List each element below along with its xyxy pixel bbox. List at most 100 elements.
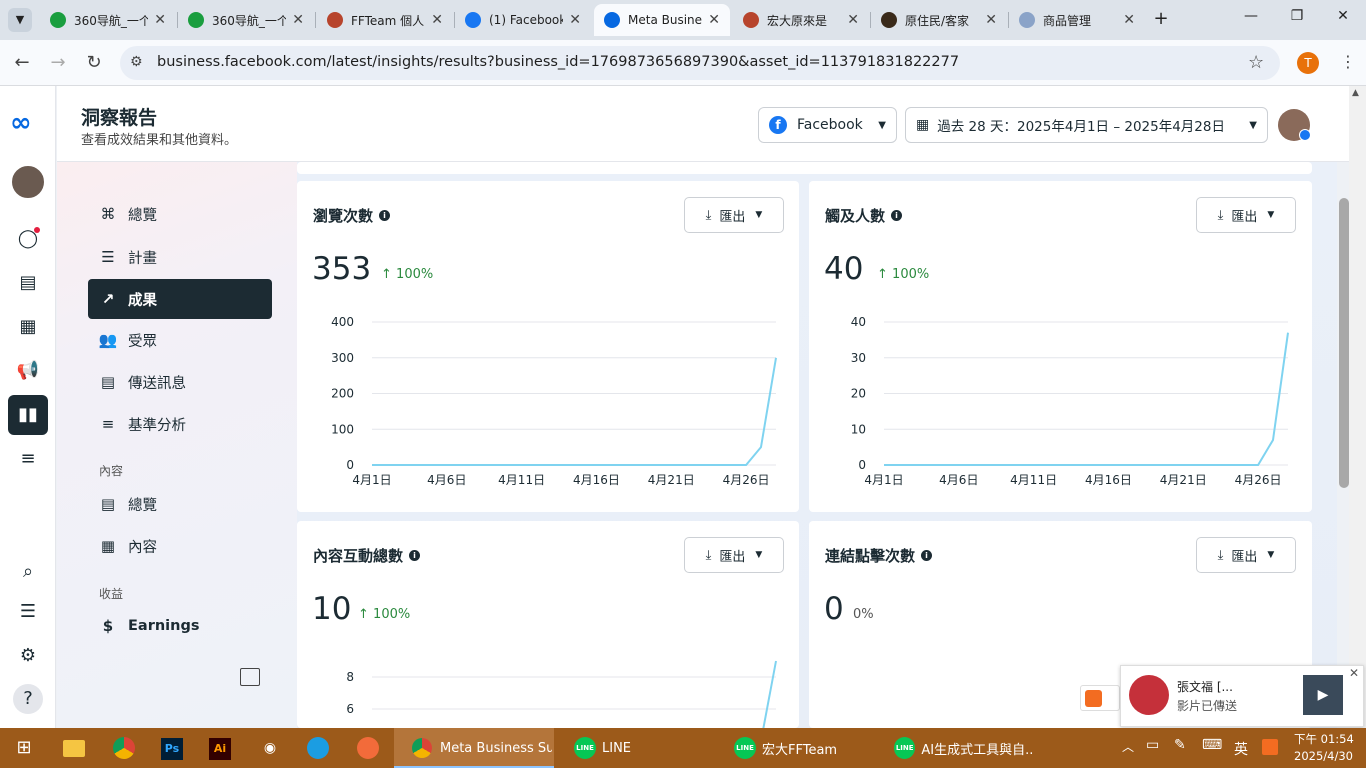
close-tab-icon[interactable]: ✕ (708, 12, 720, 28)
info-icon[interactable]: i (409, 550, 421, 561)
reach-export-button[interactable]: ⤓ 匯出 ▼ (1196, 197, 1296, 233)
sidebar-item[interactable]: ⌘ 總覽 (88, 194, 272, 234)
ads-megaphone-icon[interactable]: 📢 (12, 355, 44, 387)
insights-chart-icon[interactable]: ▮▮ (8, 395, 48, 435)
browser-tab[interactable]: 360导航_一个 ✕ (178, 4, 314, 36)
list-icon[interactable]: ☰ (12, 596, 44, 628)
close-tab-icon[interactable]: ✕ (292, 12, 304, 28)
taskbar-app[interactable]: Meta Business Suit... (402, 728, 552, 768)
ime-language-label[interactable]: 英 (1234, 739, 1248, 759)
sidebar-item[interactable]: ≡ 基準分析 (88, 404, 272, 444)
calendar-icon[interactable]: ▦ (12, 311, 44, 343)
link-clicks-export-button[interactable]: ⤓ 匯出 ▼ (1196, 537, 1296, 573)
scroll-up-arrow-icon[interactable]: ▲ (1352, 88, 1359, 98)
browser-tab[interactable]: 原住民/客家 ✕ (871, 4, 1007, 36)
tab-title: 宏大原來是 (767, 13, 828, 28)
avatar-icon (327, 12, 343, 28)
export-label: 匯出 (719, 209, 746, 225)
date-range-selector[interactable]: ▦ 過去 28 天：2025年4月1日 – 2025年4月28日 ▼ (905, 107, 1268, 143)
views-export-button[interactable]: ⤓ 匯出 ▼ (684, 197, 784, 233)
taskbar-app[interactable]: LINE LINE (564, 728, 714, 768)
clock-time[interactable]: 下午 01:54 (1294, 731, 1354, 747)
export-label: 匯出 (1231, 549, 1258, 565)
camera-app-icon[interactable]: ◉ (254, 732, 286, 764)
browser-tab[interactable]: 宏大原來是 ✕ (733, 4, 869, 36)
platform-selector[interactable]: f Facebook ▼ (758, 107, 897, 143)
help-icon[interactable]: ? (13, 684, 43, 714)
network-icon[interactable]: ▭ (1146, 737, 1159, 753)
sidebar-item[interactable]: ▦ 內容 (88, 526, 272, 566)
browser-tab[interactable]: (1) Facebook ✕ (455, 4, 591, 36)
search-icon[interactable]: ⌕ (12, 556, 44, 588)
back-arrow-icon[interactable]: ← (10, 51, 34, 75)
meta-logo-icon[interactable]: ∞ (10, 108, 32, 138)
sidebar-item[interactable]: ↗ 成果 (88, 279, 272, 319)
taskbar-app-label: LINE (602, 740, 632, 756)
maximize-icon[interactable]: ❐ (1274, 8, 1320, 32)
windows-start-icon[interactable]: ⊞ (8, 732, 40, 764)
browser-tab[interactable]: FFTeam 個人 ✕ (317, 4, 453, 36)
card-title-text: 觸及人數 (825, 207, 886, 225)
close-tab-icon[interactable]: ✕ (985, 12, 997, 28)
photoshop-icon[interactable]: Ps (156, 732, 188, 764)
info-icon[interactable]: i (379, 210, 391, 221)
browser-tab[interactable]: 商品管理 ✕ (1009, 4, 1145, 36)
all-tools-icon[interactable]: ≡ (12, 443, 44, 475)
pen-input-icon[interactable]: ✎ (1174, 737, 1186, 753)
close-tab-icon[interactable]: ✕ (154, 12, 166, 28)
page-title: 洞察報告 (81, 107, 158, 129)
bookmark-star-icon[interactable]: ☆ (1248, 52, 1264, 73)
pen-app-icon[interactable] (352, 732, 384, 764)
sidebar-item[interactable]: ☰ 計畫 (88, 237, 272, 277)
views-card-title: 瀏覽次數 i (313, 205, 391, 226)
new-tab-button[interactable]: + (1150, 8, 1172, 30)
profile-avatar[interactable]: T (1297, 52, 1319, 74)
close-window-icon[interactable]: ✕ (1320, 8, 1366, 32)
page-scrollbar[interactable] (1349, 86, 1366, 728)
sidebar-item[interactable]: ▤ 傳送訊息 (88, 362, 272, 402)
taskbar-app-label: Meta Business Suit... (440, 740, 552, 756)
arrow-up-icon: ↑ (877, 267, 888, 282)
sidebar-item-earnings[interactable]: $ Earnings (88, 606, 272, 646)
sidebar-item[interactable]: ▤ 總覽 (88, 484, 272, 524)
ime-tray-icon[interactable] (1262, 739, 1278, 755)
clock-date[interactable]: 2025/4/30 (1294, 749, 1353, 763)
browser-tab[interactable]: Meta Busine ✕ (594, 4, 730, 36)
keyboard-icon[interactable]: ⌨ (1202, 737, 1222, 753)
url-text[interactable]: business.facebook.com/latest/insights/re… (157, 54, 959, 70)
y-tick-label: 30 (851, 351, 866, 365)
line-notification-toast[interactable]: 張文福 [... 影片已傳送 ▶ ✕ (1120, 665, 1364, 727)
edge-icon[interactable] (302, 732, 334, 764)
globe-icon (188, 12, 204, 28)
taskbar-app[interactable]: LINE AI生成式工具與自... (884, 728, 1034, 768)
ime-toolbar-icon[interactable] (1080, 685, 1120, 711)
settings-gear-icon[interactable]: ⚙ (12, 640, 44, 672)
close-tab-icon[interactable]: ✕ (431, 12, 443, 28)
site-info-icon[interactable]: ⚙ (130, 54, 143, 70)
minimize-icon[interactable]: — (1228, 8, 1274, 32)
sidebar-item[interactable]: 👥 受眾 (88, 320, 272, 360)
chrome-icon[interactable] (108, 732, 140, 764)
reload-icon[interactable]: ↻ (82, 51, 106, 75)
close-notification-icon[interactable]: ✕ (1349, 666, 1359, 680)
collapse-sidebar-icon[interactable] (240, 668, 260, 686)
top-card-strip (297, 162, 1312, 174)
scrollbar-thumb[interactable] (1339, 198, 1349, 488)
tab-search-button[interactable]: ▼ (8, 8, 32, 32)
browser-tab[interactable]: 360导航_一个 ✕ (40, 4, 176, 36)
forward-arrow-icon[interactable]: → (46, 51, 70, 75)
browser-menu-icon[interactable]: ⋮ (1340, 52, 1356, 71)
interactions-export-button[interactable]: ⤓ 匯出 ▼ (684, 537, 784, 573)
show-hidden-icons-icon[interactable]: ︿ (1122, 738, 1134, 755)
close-tab-icon[interactable]: ✕ (847, 12, 859, 28)
file-explorer-icon[interactable] (58, 732, 90, 764)
close-tab-icon[interactable]: ✕ (569, 12, 581, 28)
account-avatar[interactable] (10, 164, 46, 200)
taskbar-app[interactable]: LINE 宏大FFTeam (724, 728, 874, 768)
info-icon[interactable]: i (891, 210, 903, 221)
posts-icon[interactable]: ▤ (12, 267, 44, 299)
illustrator-icon[interactable]: Ai (204, 732, 236, 764)
close-tab-icon[interactable]: ✕ (1123, 12, 1135, 28)
info-icon[interactable]: i (921, 550, 933, 561)
x-tick-label: 4月26日 (1235, 473, 1282, 487)
